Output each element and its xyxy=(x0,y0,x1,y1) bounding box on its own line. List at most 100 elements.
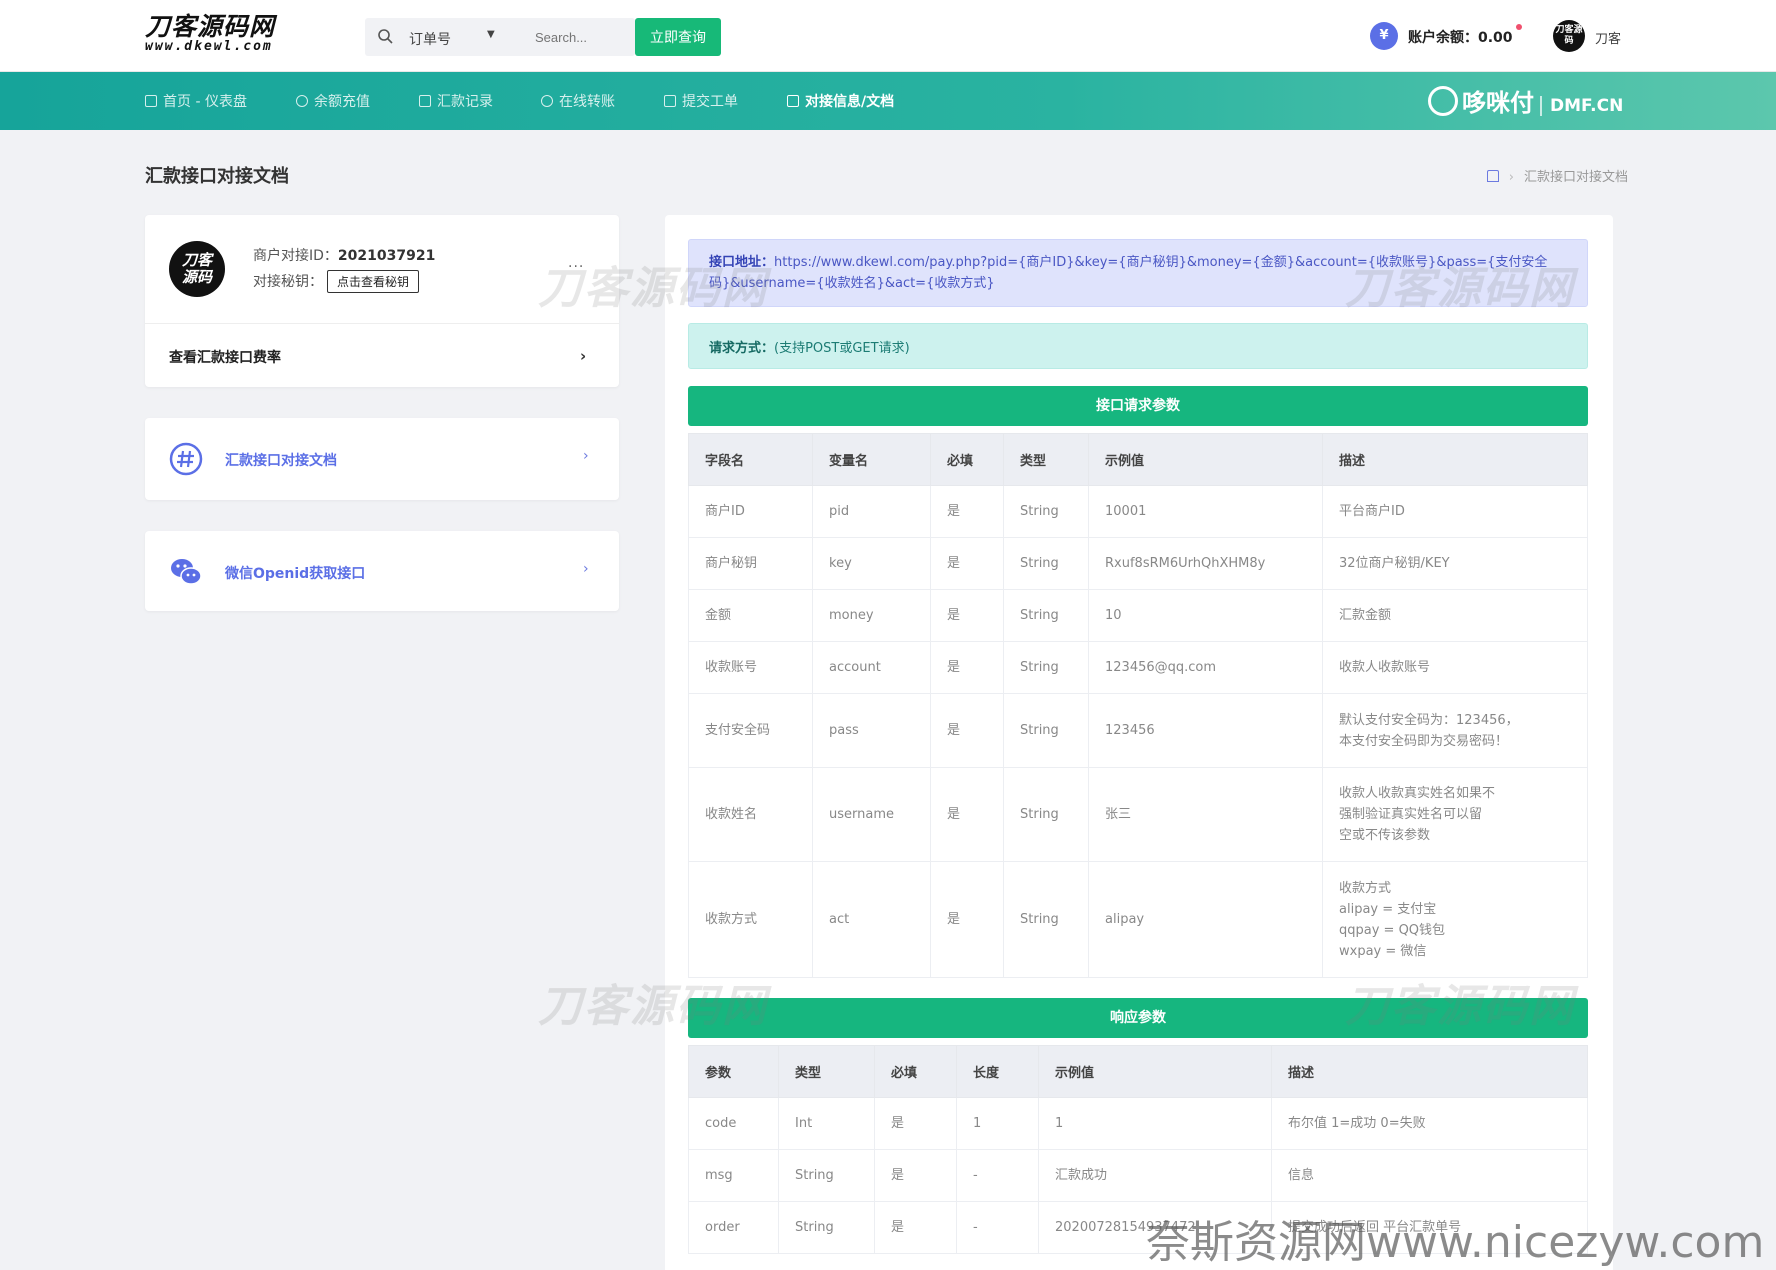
site-logo[interactable]: 刀客源码网 www.dkewl.com xyxy=(145,14,345,58)
table-cell: 是 xyxy=(874,1149,957,1202)
table-cell: 收款人收款真实姓名如果不 强制验证真实姓名可以留 空或不传该参数 xyxy=(1322,767,1588,862)
column-header: 参数 xyxy=(688,1045,779,1098)
table-cell: String xyxy=(1003,861,1089,978)
table-cell: 是 xyxy=(874,1201,957,1254)
notification-dot xyxy=(1516,24,1522,30)
nav-item-records[interactable]: 汇款记录 xyxy=(419,91,493,111)
chevron-right-icon[interactable]: › xyxy=(580,347,586,365)
table-cell: 商户秘钥 xyxy=(688,537,813,590)
table-cell: String xyxy=(778,1201,875,1254)
table-header-row: 字段名 变量名 必填 类型 示例值 描述 xyxy=(688,433,1588,486)
request-method-value: (支持POST或GET请求) xyxy=(774,341,910,356)
request-method-alert: 请求方式：(支持POST或GET请求) xyxy=(688,323,1588,369)
brand-icon xyxy=(1428,86,1458,116)
table-cell: 平台商户ID xyxy=(1322,485,1588,538)
table-cell: key xyxy=(812,537,931,590)
request-params-title: 接口请求参数 xyxy=(688,386,1588,426)
caret-down-icon[interactable]: ▼ xyxy=(487,29,495,40)
column-header: 描述 xyxy=(1271,1045,1588,1098)
breadcrumb-separator: › xyxy=(1508,170,1514,185)
table-row: 商户ID pid 是 String 10001 平台商户ID xyxy=(688,485,1588,538)
nav-item-dashboard[interactable]: 首页 - 仪表盘 xyxy=(145,91,247,111)
user-name[interactable]: 刀客 xyxy=(1595,28,1621,47)
home-icon xyxy=(145,95,157,107)
table-cell: String xyxy=(1003,641,1089,694)
column-header: 示例值 xyxy=(1088,433,1323,486)
bar-chart-icon xyxy=(419,95,431,107)
user-avatar[interactable]: 刀客源码 xyxy=(1553,20,1585,52)
table-cell: 10 xyxy=(1088,589,1323,642)
search-input[interactable] xyxy=(535,26,630,48)
page-title: 汇款接口对接文档 xyxy=(145,166,289,187)
nav-item-docs[interactable]: 对接信息/文档 xyxy=(787,91,894,111)
query-button[interactable]: 立即查询 xyxy=(635,18,721,56)
table-cell: code xyxy=(688,1097,779,1150)
link-card-remit-docs[interactable]: 汇款接口对接文档 › xyxy=(145,418,619,500)
table-cell: String xyxy=(1003,693,1089,768)
column-header: 变量名 xyxy=(812,433,931,486)
brand-name: 哆咪付 xyxy=(1462,89,1534,117)
table-row: 收款账号 account 是 String 123456@qq.com 收款人收款账号 xyxy=(688,641,1588,694)
table-cell: 默认支付安全码为：123456， 本支付安全码即为交易密码！ xyxy=(1322,693,1588,768)
top-bar: 刀客源码网 www.dkewl.com 订单号 ▼ 立即查询 ¥ 账户余额：0.… xyxy=(0,0,1776,72)
column-header: 必填 xyxy=(874,1045,957,1098)
table-cell: username xyxy=(812,767,931,862)
account-balance: 账户余额：0.00 xyxy=(1408,30,1513,46)
nav-item-recharge[interactable]: 余额充值 xyxy=(296,91,370,111)
hashtag-icon xyxy=(169,442,203,476)
table-cell: 张三 xyxy=(1088,767,1323,862)
table-cell: 金额 xyxy=(688,589,813,642)
request-method-label: 请求方式： xyxy=(709,341,775,356)
search-box: 订单号 ▼ xyxy=(365,18,635,56)
nav-item-transfer[interactable]: 在线转账 xyxy=(541,91,615,111)
merchant-id-value: 2021037921 xyxy=(337,248,436,264)
divider xyxy=(145,323,619,324)
column-header: 示例值 xyxy=(1038,1045,1272,1098)
link-label: 微信Openid获取接口 xyxy=(225,566,366,582)
more-icon[interactable]: ··· xyxy=(568,259,584,275)
link-card-wechat-openid[interactable]: 微信Openid获取接口 › xyxy=(145,531,619,611)
table-cell: msg xyxy=(688,1149,779,1202)
yen-icon: ¥ xyxy=(1370,22,1398,50)
table-cell: 收款人收款账号 xyxy=(1322,641,1588,694)
home-icon[interactable] xyxy=(1486,170,1499,182)
recharge-icon xyxy=(296,95,308,107)
nav-item-ticket[interactable]: 提交工单 xyxy=(664,91,738,111)
table-row: 商户秘钥 key 是 String Rxuf8sRM6UrhQhXHM8y 32位商户秘钥… xyxy=(688,537,1588,590)
table-cell: 是 xyxy=(930,861,1004,978)
table-row: 收款姓名 username 是 String 张三 收款人收款真实姓名如果不 强制验证真实… xyxy=(688,767,1588,862)
table-cell: 汇款金额 xyxy=(1322,589,1588,642)
table-cell: 商户ID xyxy=(688,485,813,538)
document-icon xyxy=(787,95,799,107)
table-cell: order xyxy=(688,1201,779,1254)
table-row: 支付安全码 pass 是 String 123456 默认支付安全码为：123456， 本… xyxy=(688,693,1588,768)
table-cell: 是 xyxy=(930,693,1004,768)
merchant-id-label: 商户对接ID： xyxy=(253,248,338,264)
search-type-select[interactable]: 订单号 xyxy=(409,29,451,49)
view-key-button[interactable]: 点击查看秘钥 xyxy=(327,270,420,293)
table-cell: Int xyxy=(778,1097,875,1150)
table-cell: - xyxy=(956,1201,1039,1254)
table-cell: pass xyxy=(812,693,931,768)
column-header: 字段名 xyxy=(688,433,813,486)
table-cell: pid xyxy=(812,485,931,538)
table-cell: 10001 xyxy=(1088,485,1323,538)
table-cell: 是 xyxy=(930,641,1004,694)
table-cell: 是 xyxy=(874,1097,957,1150)
table-cell: 是 xyxy=(930,767,1004,862)
table-cell: 收款方式 alipay = 支付宝 qqpay = QQ钱包 wxpay = 微… xyxy=(1322,861,1588,978)
response-params-title: 响应参数 xyxy=(688,998,1588,1038)
table-cell: 123456 xyxy=(1088,693,1323,768)
request-params-table: 字段名 变量名 必填 类型 示例值 描述 商户ID pid 是 String 10001… xyxy=(688,433,1588,978)
merchant-logo-text: 刀客 xyxy=(181,251,212,269)
table-cell: 123456@qq.com xyxy=(1088,641,1323,694)
rate-link[interactable]: 查看汇款接口费率 xyxy=(169,347,281,367)
nav-item-label: 在线转账 xyxy=(559,94,615,110)
nav-item-label: 余额充值 xyxy=(314,94,370,110)
column-header: 必填 xyxy=(930,433,1004,486)
merchant-logo-text: 源码 xyxy=(181,268,212,286)
merchant-card: 刀客 源码 商户对接ID：2021037921 对接秘钥： 点击查看秘钥 ··· 查… xyxy=(145,215,619,387)
table-cell: 收款账号 xyxy=(688,641,813,694)
table-cell: 收款姓名 xyxy=(688,767,813,862)
table-cell: 是 xyxy=(930,537,1004,590)
